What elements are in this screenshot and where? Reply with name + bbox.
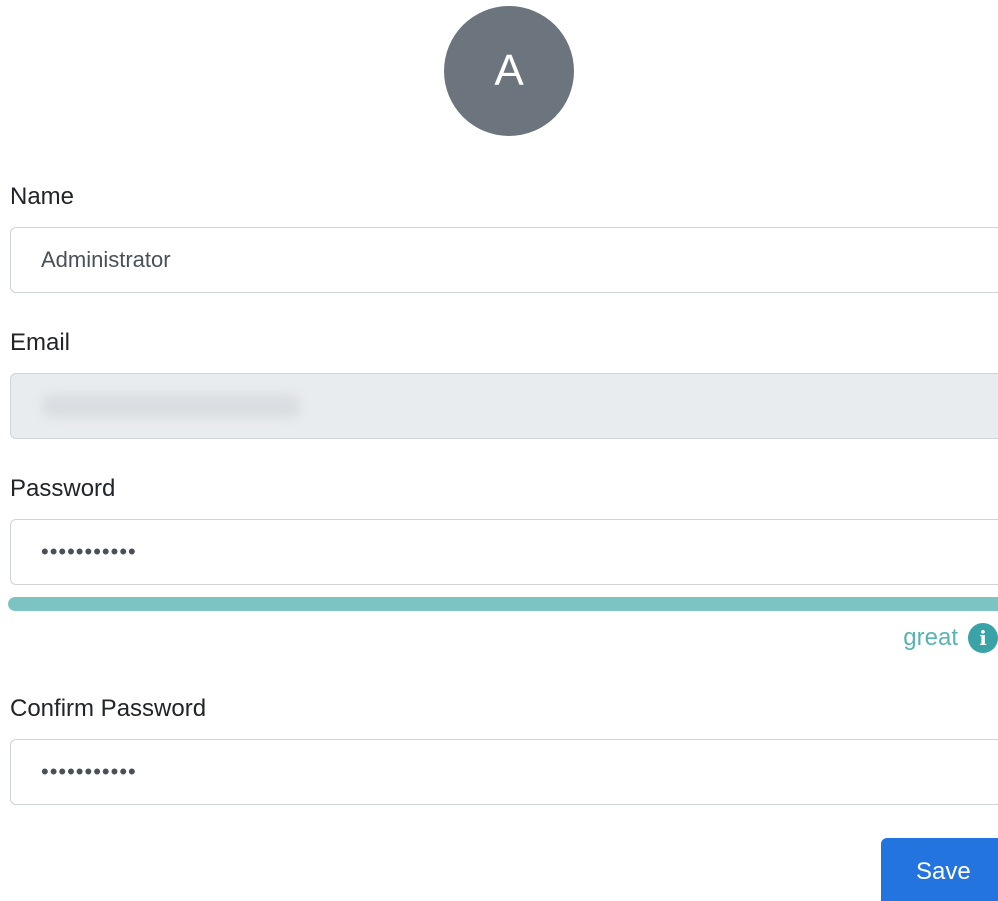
email-field [10,373,998,439]
profile-form-page: A Name Administrator Email Password ••••… [0,0,998,901]
password-strength-fill [8,597,998,611]
password-value: ••••••••••• [41,539,137,564]
password-label: Password [10,475,116,502]
confirm-password-value: ••••••••••• [41,759,137,784]
confirm-password-field[interactable]: ••••••••••• [10,739,998,805]
email-label: Email [10,329,71,356]
avatar[interactable]: A [444,6,574,136]
confirm-password-label: Confirm Password [10,695,207,722]
password-strength-indicator: great i [903,623,998,653]
email-value-redacted [41,394,301,418]
password-field[interactable]: ••••••••••• [10,519,998,585]
name-field[interactable]: Administrator [10,227,998,293]
name-value: Administrator [41,247,171,272]
name-label: Name [10,183,75,210]
info-circle-icon[interactable]: i [968,623,998,653]
password-strength-bar [8,597,998,611]
save-button[interactable]: Save [881,838,998,901]
avatar-initial: A [494,46,524,95]
password-strength-label: great [903,624,958,651]
